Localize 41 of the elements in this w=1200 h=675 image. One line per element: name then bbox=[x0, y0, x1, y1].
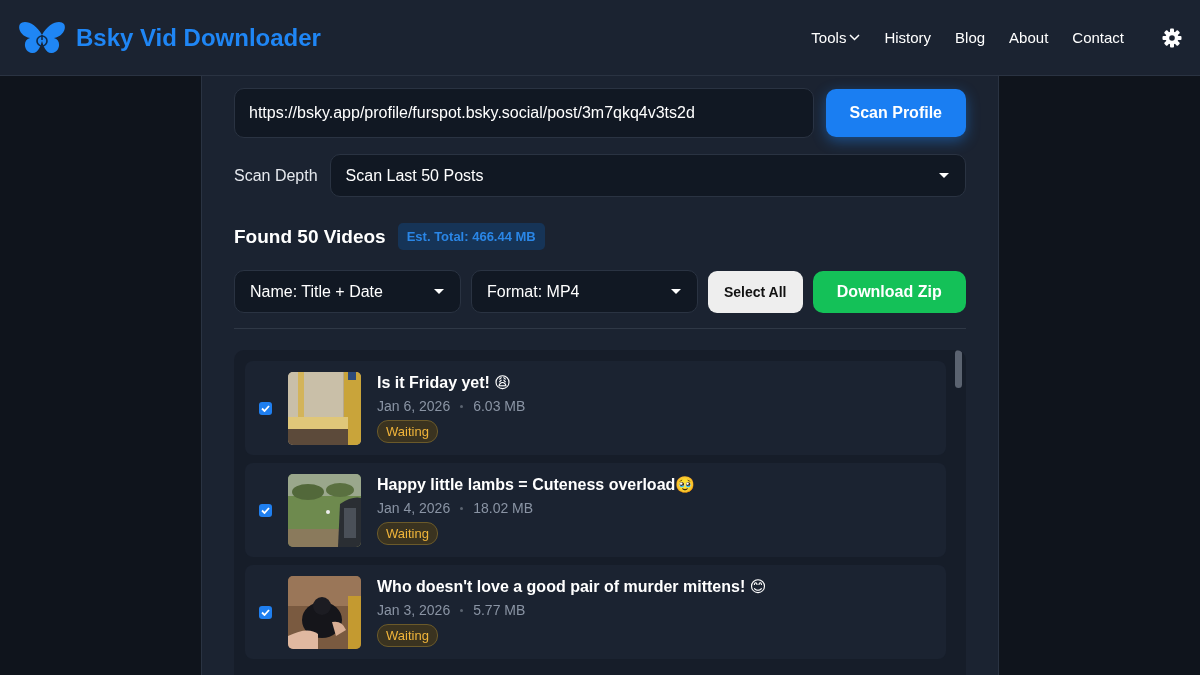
video-date: Jan 4, 2026 bbox=[377, 500, 451, 516]
brand-name[interactable]: Bsky Vid Downloader bbox=[76, 23, 321, 52]
video-size: 18.02 MB bbox=[473, 500, 534, 516]
separator-dot-icon bbox=[460, 506, 464, 510]
separator-dot-icon bbox=[460, 404, 464, 408]
scan-depth-select[interactable]: Scan Last 50 Posts bbox=[329, 154, 966, 197]
nav-link[interactable]: History bbox=[884, 29, 932, 46]
settings-button[interactable] bbox=[1162, 27, 1182, 48]
status-badge: Waiting bbox=[377, 420, 438, 443]
name-format-select[interactable]: Name: Title + Date bbox=[234, 270, 461, 313]
results-heading: Found 50 Videos bbox=[234, 225, 386, 248]
chevron-down-icon bbox=[849, 34, 861, 41]
settings-icon bbox=[1162, 27, 1182, 48]
video-size: 6.03 MB bbox=[473, 398, 526, 414]
video-title: Is it Friday yet! 😩 bbox=[377, 373, 513, 392]
separator-dot-icon bbox=[460, 608, 464, 612]
video-date: Jan 3, 2026 bbox=[377, 602, 451, 618]
video-title: Who doesn't love a good pair of murder mittens! 😊 bbox=[377, 577, 767, 596]
file-format-select[interactable]: Format: MP4 bbox=[471, 270, 698, 313]
scan-profile-button[interactable]: Scan Profile bbox=[825, 89, 966, 137]
dropdown-caret-icon bbox=[434, 289, 444, 294]
select-all-button[interactable]: Select All bbox=[708, 270, 803, 313]
nav-link[interactable]: Blog bbox=[955, 29, 986, 46]
dropdown-caret-icon bbox=[671, 289, 681, 294]
butterfly-logo-icon bbox=[18, 20, 66, 55]
dropdown-caret-icon bbox=[939, 173, 949, 178]
video-title: Happy little lambs = Cuteness overload🥹 bbox=[377, 475, 696, 494]
status-badge: Waiting bbox=[377, 624, 438, 647]
video-size: 5.77 MB bbox=[473, 602, 526, 618]
nav-link[interactable]: About bbox=[1009, 29, 1049, 46]
url-input-field[interactable]: https://bsky.app/profile/furspot.bsky.social/post/3m7qkq4v3ts2d bbox=[234, 88, 814, 138]
video-date: Jan 6, 2026 bbox=[377, 398, 451, 414]
scan-depth-label: Scan Depth bbox=[234, 166, 318, 185]
video-checkbox[interactable] bbox=[259, 401, 272, 415]
scrollbar-thumb[interactable] bbox=[955, 350, 962, 388]
estimated-total-badge: Est. Total: 466.44 MB bbox=[397, 223, 545, 250]
nav-link[interactable]: Contact bbox=[1072, 29, 1124, 46]
status-badge: Waiting bbox=[377, 522, 438, 545]
video-checkbox[interactable] bbox=[259, 605, 272, 619]
video-checkbox[interactable] bbox=[259, 503, 272, 517]
nav-link[interactable]: Tools bbox=[811, 29, 861, 46]
